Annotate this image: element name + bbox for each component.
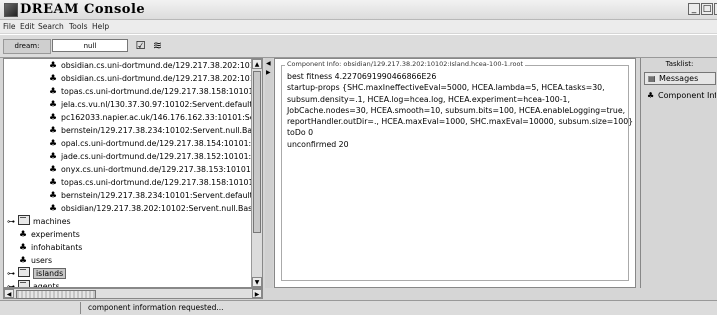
tree-item-servent[interactable]: ♣ topas.cs.uni-dortmund.de/129.217.38.158… (48, 176, 263, 189)
task-label: Component Info (658, 91, 716, 100)
info-line: reportHandler.outDir=., HCEA.maxEval=100… (287, 117, 634, 127)
folder-icon (18, 267, 30, 277)
scroll-thumb[interactable] (16, 290, 96, 299)
scroll-thumb[interactable] (253, 71, 261, 233)
tree-item-label: bernstein/129.217.38.234:10102:Servent.n… (61, 126, 263, 135)
expand-handle-icon[interactable]: ⊶ (7, 267, 16, 280)
info-text: best fitness 4.2270691990466866E26 start… (287, 71, 634, 150)
tree-item-label: opal.cs.uni-dortmund.de/129.217.38.154:1… (61, 139, 263, 148)
tree-item-servent[interactable]: ♣ bernstein/129.217.38.234:10102:Servent.… (48, 124, 263, 137)
settings-icon[interactable]: ≋ (151, 39, 164, 52)
folder-icon (18, 280, 30, 287)
info-line: subsum.density=.1, HCEA.log=hcea.log, HC… (287, 94, 570, 104)
tree-item-servent[interactable]: ♣ jela.cs.vu.nl/130.37.30.97:10102:Serven… (48, 98, 263, 111)
menu-search[interactable]: Search (38, 22, 64, 31)
info-line: JobCache.nodes=30, HCEA.smooth=10, subsu… (287, 105, 626, 115)
task-label: Messages (659, 74, 699, 83)
app-logo-icon (4, 3, 18, 17)
tree-item-infohabitants[interactable]: ♣ infohabitants (18, 241, 82, 254)
menu-bar: File Edit Search Tools Help (0, 20, 717, 33)
title-bar: DREAM Console _ □ (0, 0, 717, 20)
minimize-button[interactable]: _ (688, 3, 700, 15)
scroll-up-icon[interactable]: ▲ (252, 59, 262, 69)
collapse-left-icon[interactable]: ◀ (266, 60, 271, 67)
tree-item-islands[interactable]: ⊶ islands (7, 267, 67, 280)
info-line: startup-props {SHC.maxIneffectiveEval=50… (287, 83, 605, 93)
info-line: unconfirmed 20 (287, 139, 349, 149)
info-line: best fitness 4.2270691990466866E26 (287, 72, 437, 81)
tree-item-label: onyx.cs.uni-dortmund.de/129.217.38.153:1… (61, 165, 263, 174)
status-bar: component information requested... (0, 300, 717, 315)
tree-item-label: obsidian.cs.uni-dortmund.de/129.217.38.2… (61, 61, 263, 70)
tree-item-servent[interactable]: ♣ onyx.cs.uni-dortmund.de/129.217.38.153:… (48, 163, 263, 176)
tree-item-label: pc162033.napier.ac.uk/146.176.162.33:101… (61, 113, 263, 122)
tasklist-panel: Tasklist: ▤ Messages ♣ Component Info (640, 58, 717, 288)
tree-item-servent[interactable]: ♣ obsidian.cs.uni-dortmund.de/129.217.38.… (48, 59, 263, 72)
window-title: DREAM Console (20, 2, 146, 17)
menu-tools[interactable]: Tools (69, 22, 87, 31)
folder-icon (18, 215, 30, 225)
tree-item-label: topas.cs.uni-dortmund.de/129.217.38.158:… (61, 178, 263, 187)
tree-item-servent[interactable]: ♣ opal.cs.uni-dortmund.de/129.217.38.154:… (48, 137, 263, 150)
tree-item-users[interactable]: ♣ users (18, 254, 52, 267)
tree-item-experiments[interactable]: ♣ experiments (18, 228, 80, 241)
tree-item-servent[interactable]: ♣ jade.cs.uni-dortmund.de/129.217.38.152:… (48, 150, 263, 163)
tree-item-label: machines (33, 217, 71, 226)
tree-item-label: infohabitants (31, 243, 83, 252)
collapse-right-icon[interactable]: ▶ (266, 69, 271, 76)
dream-label: dream: (3, 39, 51, 54)
tree-item-servent[interactable]: ♣ topas.cs.uni-dortmund.de/129.217.38.158… (48, 85, 263, 98)
tree-item-label: bernstein/129.217.38.234:10101:Servent.d… (61, 191, 263, 200)
tree-item-servent[interactable]: ♣ pc162033.napier.ac.uk/146.176.162.33:10… (48, 111, 263, 124)
tree-vertical-scrollbar[interactable]: ▲ ▼ (251, 59, 262, 287)
tree-item-label: obsidian.cs.uni-dortmund.de/129.217.38.2… (61, 74, 263, 83)
tree-item-label: topas.cs.uni-dortmund.de/129.217.38.158:… (61, 87, 263, 96)
menu-help[interactable]: Help (92, 22, 109, 31)
messages-icon: ▤ (648, 74, 656, 83)
scroll-down-icon[interactable]: ▼ (252, 277, 262, 287)
tree-item-servent[interactable]: ♣ obsidian/129.217.38.202:10102:Servent.n… (48, 202, 263, 215)
status-separator (80, 302, 81, 314)
tree-item-label: experiments (31, 230, 80, 239)
checkbox-icon[interactable]: ☑ (134, 39, 147, 52)
info-panel-title: Component Info: obsidian/129.217.38.202:… (285, 60, 526, 68)
panel-splitter[interactable]: ◀ ▶ (265, 58, 273, 288)
status-text: component information requested... (88, 303, 224, 312)
toolbar: dream: null ☑ ≋ (0, 34, 717, 58)
tree-item-label: jela.cs.vu.nl/130.37.30.97:10102:Servent… (61, 100, 263, 109)
tree-item-servent[interactable]: ♣ bernstein/129.217.38.234:10101:Servent.… (48, 189, 263, 202)
menu-file[interactable]: File (3, 22, 16, 31)
tree-item-servent[interactable]: ♣ obsidian.cs.uni-dortmund.de/129.217.38.… (48, 72, 263, 85)
menu-edit[interactable]: Edit (20, 22, 35, 31)
component-icon: ♣ (647, 91, 655, 100)
maximize-button[interactable]: □ (701, 3, 713, 15)
component-tree: ♣ obsidian.cs.uni-dortmund.de/129.217.38.… (3, 58, 263, 288)
tree-item-label: users (31, 256, 53, 265)
component-info-panel: Component Info: obsidian/129.217.38.202:… (274, 58, 636, 288)
tasklist-title: Tasklist: (665, 60, 694, 68)
scroll-right-icon[interactable]: ▶ (252, 289, 262, 298)
tree-item-label: obsidian/129.217.38.202:10102:Servent.nu… (61, 204, 263, 213)
tree-item-label: jade.cs.uni-dortmund.de/129.217.38.152:1… (61, 152, 263, 161)
expand-handle-icon[interactable]: ⊶ (7, 215, 16, 228)
tree-item-label: islands (33, 268, 67, 279)
tree-item-machines[interactable]: ⊶ machines (7, 215, 71, 228)
expand-handle-icon[interactable]: ⊶ (7, 280, 16, 287)
tree-horizontal-scrollbar[interactable]: ◀ ▶ (3, 288, 263, 299)
info-line: toDo 0 (287, 128, 314, 138)
task-messages-button[interactable]: ▤ Messages (644, 72, 716, 85)
tree-item-agents[interactable]: ⊶ agents (7, 280, 60, 287)
dream-field[interactable]: null (52, 39, 128, 52)
scroll-left-icon[interactable]: ◀ (4, 289, 14, 298)
task-component-info-button[interactable]: ♣ Component Info (644, 90, 716, 103)
